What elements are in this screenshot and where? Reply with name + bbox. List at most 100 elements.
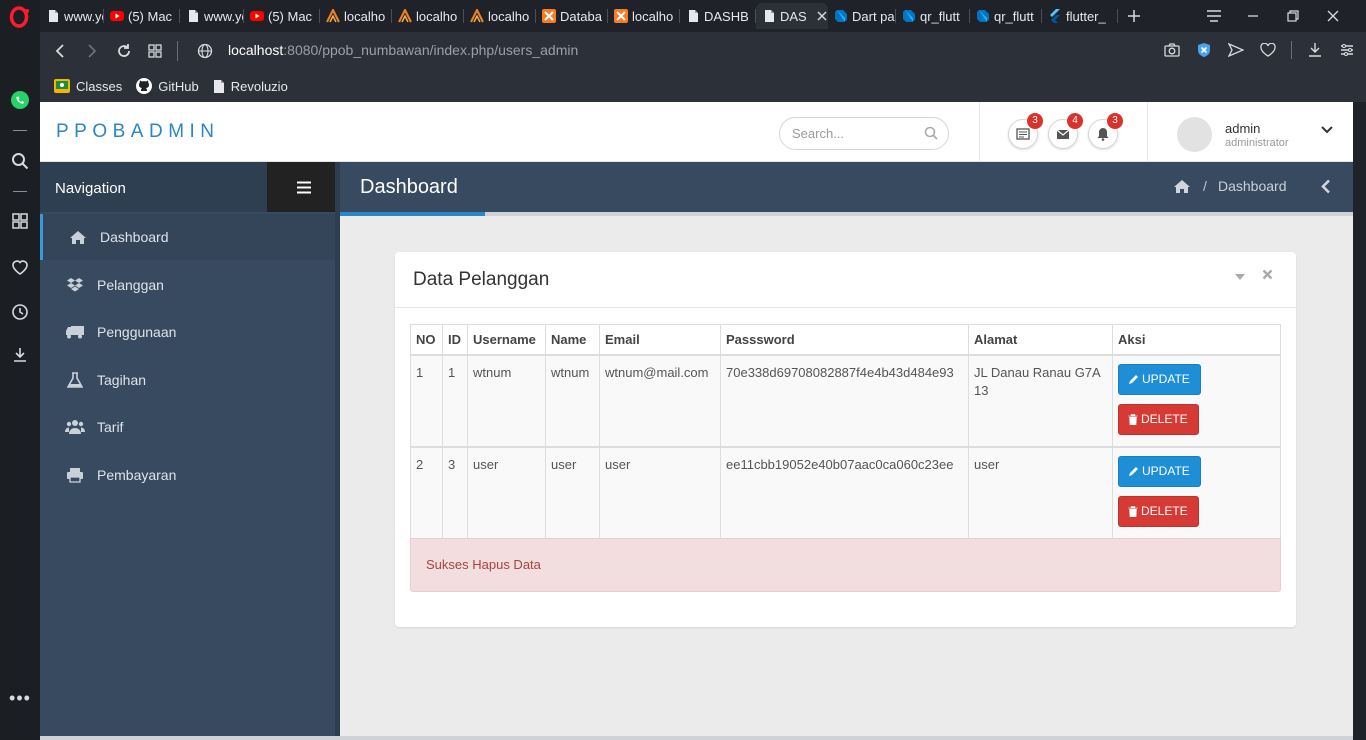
- tabs-overview-icon[interactable]: [145, 41, 165, 61]
- browser-tab[interactable]: DASHB: [680, 3, 756, 29]
- whatsapp-icon[interactable]: [8, 88, 32, 112]
- github-icon: [136, 78, 153, 94]
- new-tab-icon[interactable]: [1122, 3, 1146, 29]
- browser-tab[interactable]: localho: [320, 3, 392, 29]
- pencil-icon: [1128, 374, 1139, 385]
- chevron-left-icon[interactable]: [1320, 179, 1331, 194]
- page-header: Dashboard / Dashboard: [340, 162, 1353, 212]
- table-row: 2 3 user user user ee11cbb19052e40b07aac…: [410, 445, 1281, 539]
- browser-tab[interactable]: localho: [464, 3, 536, 29]
- column-header: Username: [467, 324, 546, 356]
- messages-button[interactable]: 3: [1008, 113, 1043, 149]
- search-icon[interactable]: [924, 126, 938, 140]
- browser-tab[interactable]: localho: [608, 3, 680, 29]
- update-button[interactable]: UPDATE: [1118, 455, 1201, 487]
- web-page: PPOBADMIN 3 4 3 admin administrator: [40, 102, 1353, 740]
- search-icon[interactable]: [8, 149, 32, 173]
- menu-toggle-button[interactable]: [267, 162, 340, 212]
- trash-icon: [1128, 505, 1138, 517]
- notification-badge: 3: [1027, 113, 1043, 129]
- back-icon[interactable]: [50, 41, 70, 61]
- browser-tab[interactable]: DAS: [756, 3, 828, 29]
- mail-button[interactable]: 4: [1048, 113, 1083, 149]
- browser-tab[interactable]: localho: [392, 3, 464, 29]
- dart-icon: [902, 9, 916, 23]
- easy-setup-icon[interactable]: [1338, 41, 1356, 59]
- tab-label: qr_flutt: [994, 8, 1034, 24]
- adblock-shield-icon[interactable]: [1195, 41, 1213, 59]
- file-icon: [686, 9, 700, 23]
- tab-label: localho: [416, 8, 458, 24]
- search-input[interactable]: [792, 126, 912, 141]
- sidebar-item-dashboard[interactable]: Dashboard: [40, 214, 335, 260]
- youtube-icon: [250, 9, 264, 23]
- camera-icon[interactable]: [1163, 41, 1181, 59]
- sidebar-item-tarif[interactable]: Tarif: [40, 404, 335, 450]
- downloads-icon[interactable]: [8, 343, 32, 367]
- browser-tab[interactable]: www.yo: [180, 3, 244, 29]
- update-button[interactable]: UPDATE: [1118, 363, 1201, 395]
- tab-menu-icon[interactable]: [1206, 10, 1246, 22]
- tab-label: Dart pa: [852, 8, 895, 24]
- minimize-icon[interactable]: [1246, 9, 1286, 23]
- heart-icon[interactable]: [8, 255, 32, 279]
- history-icon[interactable]: [8, 300, 32, 324]
- alerts-button[interactable]: 3: [1088, 113, 1123, 149]
- sidebar-item-pembayaran[interactable]: Pembayaran: [40, 452, 335, 498]
- sidebar-item-label: Tagihan: [97, 372, 147, 388]
- browser-tab[interactable]: Dart pa: [828, 3, 896, 29]
- speed-dial-icon[interactable]: [8, 209, 32, 233]
- browser-tab[interactable]: (5) Mac: [244, 3, 320, 29]
- browser-tab[interactable]: flutter_: [1042, 3, 1118, 29]
- user-name[interactable]: admin: [1225, 121, 1260, 136]
- column-header: ID: [442, 324, 468, 356]
- bookmark-github[interactable]: GitHub: [136, 78, 199, 94]
- sidebar-item-penggunaan[interactable]: Penggunaan: [40, 309, 335, 355]
- cell-password: ee11cbb19052e40b07aac0ca060c23ee: [720, 445, 969, 539]
- user-role: administrator: [1225, 137, 1289, 149]
- sidebar-item-tagihan[interactable]: Tagihan: [40, 357, 335, 403]
- caret-down-icon[interactable]: [1235, 274, 1245, 280]
- tab-close-icon[interactable]: [817, 11, 827, 21]
- globe-icon[interactable]: [195, 41, 215, 61]
- hamburger-icon: [296, 181, 312, 194]
- chevron-down-icon[interactable]: [1321, 125, 1333, 135]
- bookmark-revoluzio[interactable]: Revoluzio: [213, 79, 288, 94]
- bookmark-heart-icon[interactable]: [1259, 41, 1277, 59]
- classes-icon: [54, 79, 70, 93]
- forward-icon[interactable]: [82, 41, 102, 61]
- url-field[interactable]: localhost:8080/ppob_numbawan/index.php/u…: [228, 42, 578, 58]
- window-close-icon[interactable]: [1326, 9, 1366, 23]
- avatar[interactable]: [1177, 117, 1212, 152]
- browser-tab[interactable]: qr_flutt: [970, 3, 1042, 29]
- pencil-icon: [1128, 466, 1139, 477]
- sidebar-item-label: Tarif: [97, 419, 124, 435]
- download-icon[interactable]: [1306, 41, 1324, 59]
- print-icon: [65, 465, 85, 485]
- page-title: Dashboard: [360, 176, 458, 198]
- reload-icon[interactable]: [114, 41, 134, 61]
- sidebar-item-pelanggan[interactable]: Pelanggan: [40, 262, 335, 308]
- delete-button[interactable]: DELETE: [1118, 495, 1199, 527]
- brand-logo[interactable]: PPOBADMIN: [56, 121, 220, 143]
- restore-icon[interactable]: [1286, 9, 1326, 23]
- opera-logo-icon[interactable]: [9, 6, 31, 28]
- tab-label: qr_flutt: [920, 8, 960, 24]
- truck-icon: [65, 322, 85, 342]
- cell-username: wtnum: [467, 353, 546, 447]
- send-icon[interactable]: [1227, 41, 1245, 59]
- bookmark-classes[interactable]: Classes: [54, 79, 122, 94]
- browser-tab[interactable]: www.yo: [40, 3, 104, 29]
- file-icon: [186, 9, 200, 23]
- browser-tab[interactable]: qr_flutt: [896, 3, 970, 29]
- browser-tab[interactable]: (5) Mac: [104, 3, 180, 29]
- list-icon: [1016, 128, 1030, 140]
- search-box[interactable]: [779, 117, 949, 150]
- browser-tab[interactable]: Databa: [536, 3, 608, 29]
- breadcrumb-home-icon[interactable]: [1173, 179, 1191, 194]
- breadcrumb[interactable]: Dashboard: [1218, 178, 1287, 194]
- page-scrollbar[interactable]: [1353, 102, 1366, 740]
- delete-button[interactable]: DELETE: [1118, 403, 1199, 435]
- close-icon[interactable]: [1262, 269, 1273, 280]
- more-icon[interactable]: •••: [8, 686, 32, 710]
